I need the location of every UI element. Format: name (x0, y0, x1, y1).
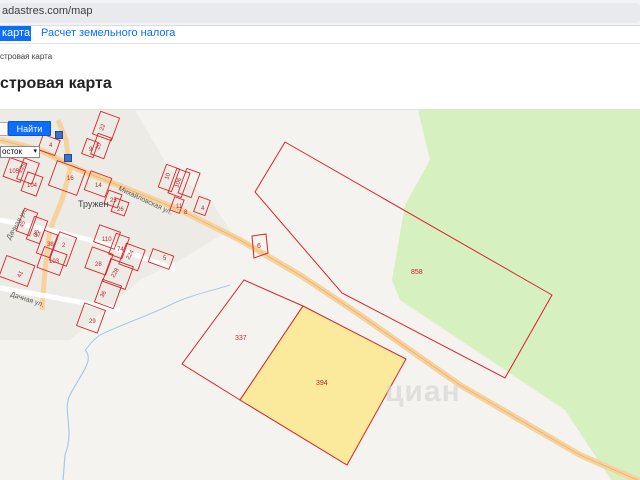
parcel-858-label: 858 (411, 269, 423, 276)
svg-text:28: 28 (95, 262, 102, 268)
svg-text:14: 14 (95, 183, 102, 189)
svg-text:25: 25 (110, 198, 117, 204)
region-select-value: осток (2, 147, 22, 156)
map-marker-icon[interactable] (55, 131, 63, 139)
site-nav: карта Расчет земельного налога (0, 26, 640, 44)
svg-text:16: 16 (67, 176, 74, 182)
svg-text:29: 29 (89, 319, 96, 325)
parcel-337-label: 337 (235, 335, 247, 342)
svg-text:110: 110 (102, 237, 112, 243)
cadastral-map[interactable]: 22 9 20 4 16 14 25 26 10 106 11 8 4 105 … (0, 109, 640, 480)
breadcrumb[interactable]: стровая карта (0, 52, 52, 61)
find-button[interactable]: Найти (8, 121, 51, 136)
svg-text:11: 11 (176, 204, 183, 210)
stream (62, 349, 89, 480)
bus-stop-icon[interactable] (64, 154, 72, 162)
forest-area (392, 110, 640, 480)
search-input[interactable] (0, 122, 8, 136)
url-text[interactable]: adastres.com/map (2, 5, 92, 17)
app-window: adastres.com/map карта Расчет земельного… (0, 0, 640, 480)
browser-address-bar: adastres.com/map (0, 0, 640, 26)
svg-text:104: 104 (27, 183, 38, 189)
chevron-down-icon: ▾ (33, 148, 37, 155)
watermark: циан (385, 375, 461, 408)
svg-text:103: 103 (49, 259, 60, 265)
svg-text:26: 26 (117, 207, 124, 213)
place-label: Тружен (78, 199, 109, 209)
svg-text:74: 74 (117, 247, 124, 253)
svg-text:38: 38 (47, 242, 54, 248)
map-canvas[interactable]: 22 9 20 4 16 14 25 26 10 106 11 8 4 105 … (0, 110, 640, 480)
region-select[interactable]: осток ▾ (0, 146, 40, 158)
parcel-394-label: 394 (316, 380, 328, 387)
tab-land-tax[interactable]: Расчет земельного налога (41, 26, 175, 40)
url-field[interactable] (0, 3, 640, 23)
tab-map[interactable]: карта (0, 26, 31, 41)
parcel-6-label: 6 (257, 243, 261, 250)
page-title: стровая карта (0, 75, 112, 92)
